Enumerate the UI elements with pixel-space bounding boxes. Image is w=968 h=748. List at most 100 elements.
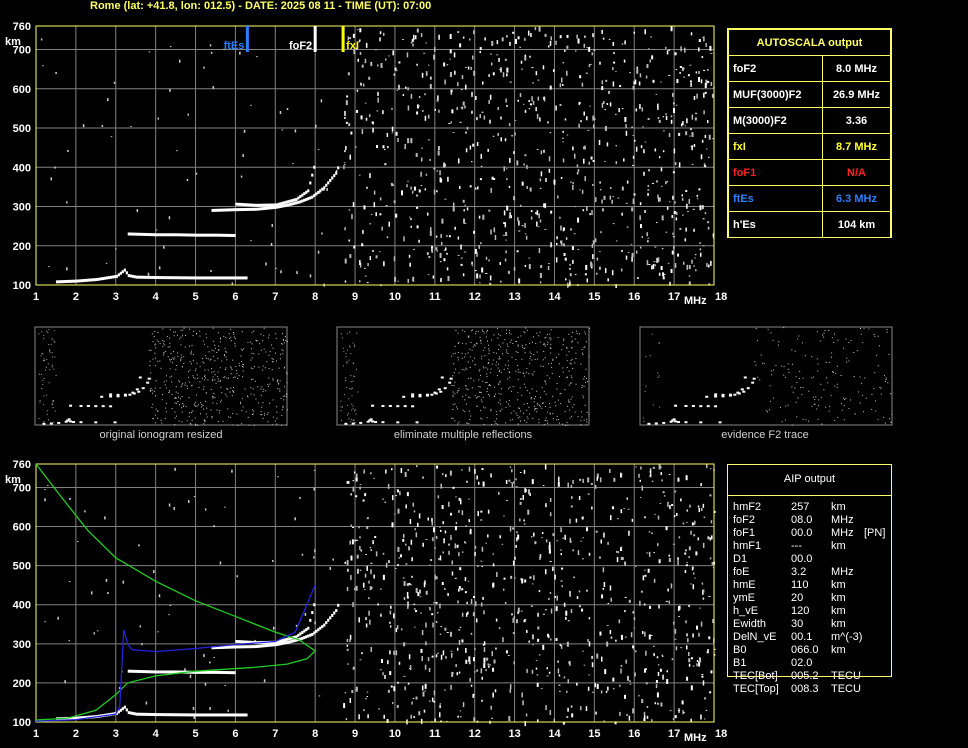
noise-dot	[647, 568, 650, 573]
trace-point	[313, 165, 316, 169]
trace-point	[107, 276, 110, 280]
thumb-noise	[225, 337, 227, 339]
noise-dot	[603, 195, 606, 200]
thumb-noise	[558, 363, 560, 365]
trace-point	[217, 276, 220, 280]
noise-dot	[688, 658, 691, 663]
noise-dot	[505, 98, 507, 103]
noise-dot	[463, 209, 465, 212]
noise-dot	[709, 45, 712, 51]
noise-dot	[425, 590, 428, 595]
noise-dot	[350, 555, 353, 561]
thumb-noise	[180, 360, 182, 362]
noise-dot	[434, 547, 436, 549]
noise-dot	[606, 103, 609, 106]
thumb-noise	[222, 420, 224, 422]
noise-dot	[679, 227, 682, 230]
thumb-trace	[128, 393, 132, 396]
noise-dot	[467, 611, 469, 615]
thumb-noise	[251, 378, 253, 380]
noise-dot	[621, 186, 624, 191]
thumb-noise	[644, 391, 646, 393]
thumb-noise	[456, 392, 458, 394]
trace-point	[223, 713, 226, 717]
noise-dot	[667, 501, 669, 507]
noise-dot	[517, 607, 520, 613]
trace-point	[181, 233, 184, 237]
noise-dot	[596, 476, 599, 481]
noise-dot	[612, 81, 615, 87]
aip-unit: km	[831, 605, 846, 617]
noise-dot	[472, 55, 474, 60]
thumb-noise	[496, 423, 498, 425]
x-tick-label: 7	[272, 291, 278, 303]
noise-dot	[509, 81, 512, 83]
thumb-noise	[232, 413, 234, 415]
x-tick-label: 5	[192, 728, 198, 740]
thumb-noise	[214, 379, 216, 381]
noise-dot	[384, 501, 386, 503]
noise-dot	[690, 128, 692, 131]
thumb-noise	[484, 347, 486, 349]
noise-dot	[576, 34, 578, 39]
thumb-noise	[465, 394, 467, 396]
thumb-noise	[487, 330, 489, 332]
noise-dot	[359, 39, 361, 42]
noise-dot	[559, 240, 562, 244]
noise-dot	[450, 684, 452, 690]
trace-point	[209, 713, 212, 717]
thumb-noise	[229, 366, 231, 368]
noise-dot	[441, 473, 444, 476]
thumb-trace	[662, 421, 666, 424]
noise-dot	[387, 483, 390, 489]
thumb-noise	[171, 381, 173, 383]
thumb-noise	[488, 344, 490, 346]
trace-point	[329, 616, 332, 620]
trace-point	[197, 233, 200, 237]
thumb-noise	[354, 422, 356, 424]
thumb-noise	[286, 341, 288, 343]
thumb-noise	[488, 348, 490, 350]
noise-dot	[586, 278, 589, 283]
trace-point	[161, 276, 164, 280]
thumb-noise	[794, 350, 796, 352]
trace-point	[289, 202, 292, 206]
noise-dot	[391, 468, 393, 471]
noise-dot	[504, 222, 507, 228]
noise-dot	[509, 209, 511, 211]
thumb-noise	[763, 363, 765, 365]
thumb-noise	[188, 416, 190, 418]
trace-point	[215, 276, 218, 280]
trace-point	[259, 203, 262, 207]
noise-dot	[480, 519, 483, 521]
noise-dot	[421, 685, 424, 691]
noise-dot	[444, 627, 447, 631]
noise-dot	[567, 707, 569, 712]
thumb-noise	[464, 399, 466, 401]
thumb-noise	[579, 333, 581, 335]
noise-dot	[500, 280, 502, 283]
thumb-noise	[848, 342, 850, 344]
thumb-noise	[240, 348, 242, 350]
trace-point	[211, 713, 214, 717]
noise-dot	[429, 607, 431, 610]
noise-dot	[187, 113, 189, 116]
thumb-noise	[180, 344, 182, 346]
thumb-noise	[544, 419, 546, 421]
autoscala-row: fxI 8.7 MHz	[728, 133, 892, 160]
thumb-trace	[113, 421, 117, 424]
thumb-noise	[490, 372, 492, 374]
thumb-trace	[430, 393, 434, 396]
trace-point	[267, 643, 270, 647]
noise-dot	[113, 81, 116, 84]
noise-dot	[635, 146, 638, 152]
noise-dot	[427, 64, 430, 66]
noise-dot	[699, 248, 702, 251]
noise-dot	[599, 61, 601, 65]
thumb-noise	[277, 379, 279, 381]
thumb-noise	[500, 346, 502, 348]
noise-dot	[115, 248, 117, 250]
noise-dot	[565, 610, 568, 616]
thumb-noise	[581, 348, 583, 350]
thumb-noise	[151, 389, 153, 391]
